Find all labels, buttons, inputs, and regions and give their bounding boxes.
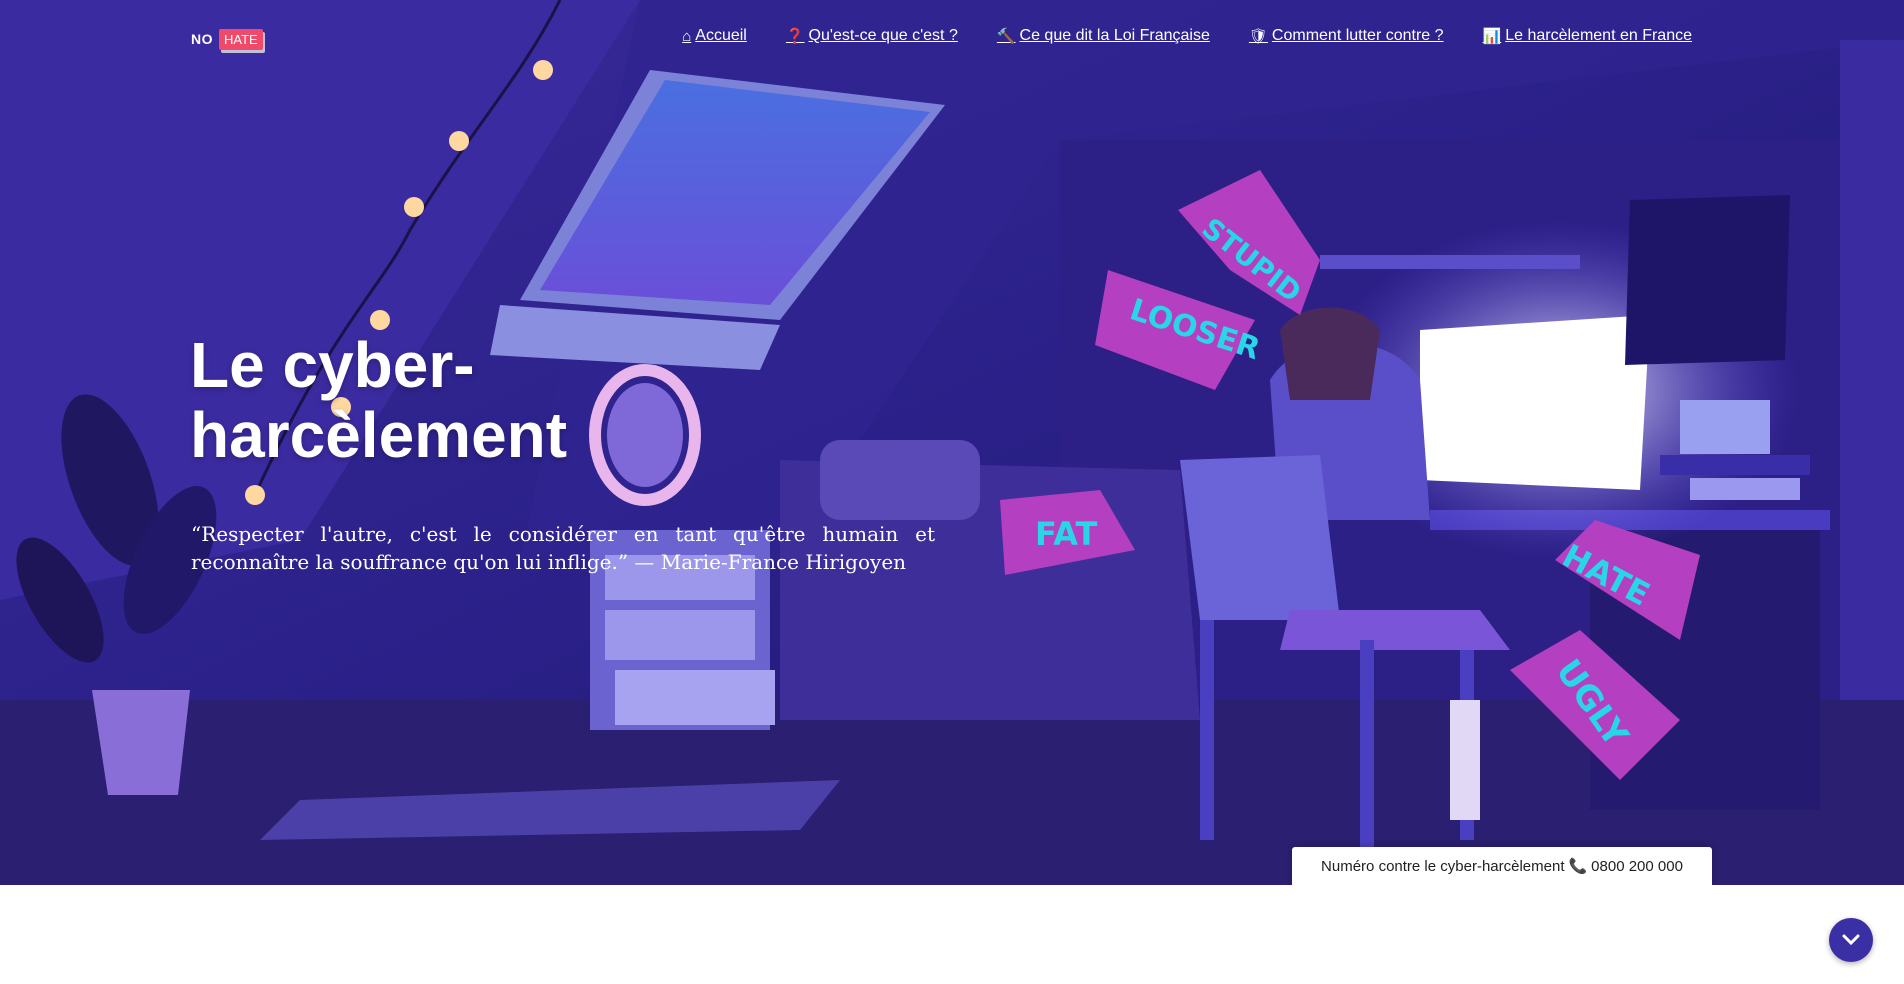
- nav-item-harcelement-france[interactable]: 📊 Le harcèlement en France: [1483, 27, 1692, 45]
- nav-item-label: Le harcèlement en France: [1505, 27, 1692, 44]
- chevron-down-icon: [1842, 934, 1860, 946]
- svg-text:FAT: FAT: [1035, 515, 1097, 553]
- hero-quote: “Respecter l'autre, c'est le considérer …: [191, 522, 935, 574]
- nav-item-comment-lutter[interactable]: 🛡 Comment lutter contre ?: [1249, 27, 1444, 45]
- scroll-down-button[interactable]: [1829, 918, 1873, 962]
- question-icon: ❓: [785, 28, 805, 45]
- nav-item-label: Comment lutter contre ?: [1271, 27, 1444, 44]
- phone-icon: 📞: [1568, 858, 1588, 875]
- logo-no: NO: [191, 31, 213, 47]
- nav-item-accueil[interactable]: ⌂ Accueil: [682, 27, 747, 45]
- bar-chart-icon: 📊: [1482, 28, 1502, 45]
- main-nav: ⌂ Accueil ❓ Qu'est-ce que c'est ? 🔨 Ce q…: [643, 27, 1692, 45]
- home-icon: ⌂: [682, 27, 692, 45]
- nav-item-label: Ce que dit la Loi Française: [1019, 27, 1210, 44]
- hero-section: STUPID LOOSER FAT HATE UGLY NO HATE ⌂ Ac…: [0, 0, 1904, 885]
- gavel-icon: 🔨: [996, 28, 1016, 45]
- nav-item-quest-ce-que-cest[interactable]: ❓ Qu'est-ce que c'est ?: [786, 27, 958, 45]
- hotline-label: Numéro contre le cyber-harcèlement: [1321, 857, 1565, 875]
- hotline-number: 0800 200 000: [1591, 857, 1683, 875]
- logo-hate: HATE: [219, 28, 263, 50]
- page-title: Le cyber-harcèlement: [190, 329, 568, 471]
- site-logo[interactable]: NO HATE: [191, 22, 263, 56]
- nav-item-loi-francaise[interactable]: 🔨 Ce que dit la Loi Française: [997, 27, 1210, 45]
- shield-icon: 🛡: [1248, 28, 1268, 45]
- nav-item-label: Qu'est-ce que c'est ?: [808, 27, 958, 44]
- hotline-banner[interactable]: Numéro contre le cyber-harcèlement 📞 080…: [1292, 847, 1712, 885]
- nav-item-label: Accueil: [695, 27, 747, 44]
